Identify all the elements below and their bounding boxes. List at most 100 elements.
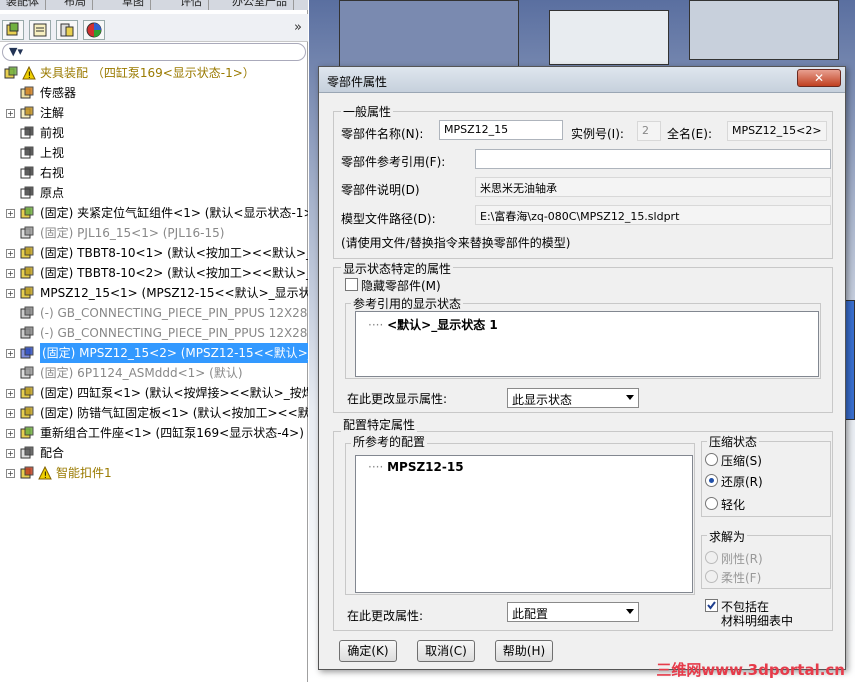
help-button[interactable]: 帮助(H) xyxy=(495,640,553,662)
list-item[interactable]: ···· MPSZ12-15 xyxy=(368,460,464,474)
resolved-radio[interactable] xyxy=(705,474,718,487)
chevron-down-icon xyxy=(626,395,634,400)
expand-icon[interactable]: + xyxy=(6,269,15,278)
lightweight-radio[interactable] xyxy=(705,497,718,510)
expand-icon[interactable]: + xyxy=(6,109,15,118)
feature-manager-tab[interactable] xyxy=(2,20,24,40)
tree-item[interactable]: 前视 xyxy=(0,123,308,143)
path-hint: (请使用文件/替换指令来替换零部件的模型) xyxy=(341,236,571,250)
tree-item[interactable]: + 配合 xyxy=(0,443,308,463)
subassembly-icon xyxy=(20,206,34,220)
config-group-label: 配置特定属性 xyxy=(341,416,418,433)
expand-icon[interactable]: + xyxy=(6,209,15,218)
tree-item-label: (固定) TBBT8-10<2> (默认<按加工><<默认>_显 xyxy=(40,266,308,280)
sensor-icon xyxy=(20,86,34,100)
tree-item-label: 原点 xyxy=(40,186,65,200)
expand-icon[interactable]: + xyxy=(6,449,15,458)
hide-component-label: 隐藏零部件(M) xyxy=(361,279,441,293)
tree-item[interactable]: + (固定) TBBT8-10<1> (默认<按加工><<默认>_显 xyxy=(0,243,308,263)
tree-item[interactable]: (固定) PJL16_15<1> (PJL16-15) xyxy=(0,223,308,243)
tree-item-label: (固定) 防错气缸固定板<1> (默认<按加工><<默认 xyxy=(40,406,308,420)
tree-item-label: (-) GB_CONNECTING_PIECE_PIN_PPUS 12X28- xyxy=(40,306,308,320)
tree-item-label: (固定) MPSZ12_15<2> (MPSZ12-15<<默认>_显 xyxy=(40,343,308,363)
plane-icon xyxy=(20,166,34,180)
component-reference-input[interactable] xyxy=(475,149,831,169)
tree-item-label: 重新组合工件座<1> (四缸泵169<显示状态-4>) xyxy=(40,426,304,440)
dialog-title: 零部件属性 xyxy=(327,75,388,89)
configuration-manager-tab[interactable] xyxy=(56,20,78,40)
tree-item[interactable]: 传感器 xyxy=(0,83,308,103)
tree-item[interactable]: ! 夹具装配 （四缸泵169<显示状态-1>） xyxy=(0,63,308,83)
tree-item[interactable]: + (固定) TBBT8-10<2> (默认<按加工><<默认>_显 xyxy=(0,263,308,283)
tree-item[interactable]: (-) GB_CONNECTING_PIECE_PIN_PPUS 12X28- xyxy=(0,303,308,323)
configuration-list[interactable]: ···· MPSZ12-15 xyxy=(355,455,693,593)
expand-icon[interactable]: + xyxy=(6,389,15,398)
expand-icon[interactable]: + xyxy=(6,289,15,298)
assembly-icon xyxy=(6,22,19,36)
model-path-field: E:\富春海\zq-080C\MPSZ12_15.sldprt xyxy=(475,205,831,225)
tree-item-label: (固定) TBBT8-10<1> (默认<按加工><<默认>_显 xyxy=(40,246,308,260)
component-name-input[interactable]: MPSZ12_15 xyxy=(439,120,563,140)
expand-icon[interactable]: + xyxy=(6,429,15,438)
rigid-radio[interactable] xyxy=(705,551,718,564)
flexible-radio[interactable] xyxy=(705,570,718,583)
tree-item[interactable]: + 重新组合工件座<1> (四缸泵169<显示状态-4>) xyxy=(0,423,308,443)
ref-display-label: 参考引用的显示状态 xyxy=(351,295,464,312)
tree-item[interactable]: + (固定) 四缸泵<1> (默认<按焊接><<默认>_按焊接 xyxy=(0,383,308,403)
part-icon xyxy=(20,286,34,300)
instance-label: 实例号(I): xyxy=(571,127,624,141)
chevron-right-icon[interactable]: » xyxy=(294,20,302,35)
property-manager-tab[interactable] xyxy=(29,20,51,40)
tree-item[interactable]: + (固定) MPSZ12_15<2> (MPSZ12-15<<默认>_显 xyxy=(0,343,308,363)
tree-item[interactable]: + MPSZ12_15<1> (MPSZ12-15<<默认>_显示状态 xyxy=(0,283,308,303)
close-button[interactable]: ✕ xyxy=(797,69,841,87)
manager-tabs: » xyxy=(0,14,308,42)
expand-icon[interactable]: + xyxy=(6,409,15,418)
expand-icon[interactable]: + xyxy=(6,469,15,478)
display-scope-select[interactable]: 此显示状态 xyxy=(507,388,639,408)
checkmark-icon xyxy=(707,601,716,610)
expand-icon[interactable]: + xyxy=(6,349,15,358)
tree-filter[interactable]: ▼▾ xyxy=(2,43,306,61)
tree-item-label: 配合 xyxy=(40,446,65,460)
list-item[interactable]: ···· <默认>_显示状态 1 xyxy=(368,316,498,333)
tab-evaluate[interactable]: 评估 xyxy=(174,0,209,10)
tab-sketch[interactable]: 草图 xyxy=(116,0,151,10)
tree-item[interactable]: 上视 xyxy=(0,143,308,163)
tree-item-label: (固定) 6P1124_ASMddd<1> (默认) xyxy=(40,366,243,380)
tab-assembly[interactable]: 装配体 xyxy=(0,0,46,10)
flexible-label: 柔性(F) xyxy=(721,571,762,585)
expand-icon[interactable]: + xyxy=(6,249,15,258)
part-icon xyxy=(20,406,34,420)
component-description-field: 米思米无油轴承 xyxy=(475,177,831,197)
tree-item[interactable]: + 注解 xyxy=(0,103,308,123)
tree-item[interactable]: + (固定) 防错气缸固定板<1> (默认<按加工><<默认 xyxy=(0,403,308,423)
close-icon: ✕ xyxy=(813,71,825,85)
cancel-button[interactable]: 取消(C) xyxy=(417,640,475,662)
tree-item[interactable]: (固定) 6P1124_ASMddd<1> (默认) xyxy=(0,363,308,383)
origin-icon xyxy=(20,186,34,200)
tree-item-label: 注解 xyxy=(40,106,65,120)
hide-component-checkbox[interactable] xyxy=(345,278,358,291)
display-state-list[interactable]: ···· <默认>_显示状态 1 xyxy=(355,311,819,377)
tab-office[interactable]: 办公室产品 xyxy=(226,0,294,10)
subassembly-icon xyxy=(20,426,34,440)
tree-item[interactable]: + (固定) 夹紧定位气缸组件<1> (默认<显示状态-1> xyxy=(0,203,308,223)
ok-button[interactable]: 确定(K) xyxy=(339,640,397,662)
tab-layout[interactable]: 布局 xyxy=(58,0,93,10)
configuration-scope-select[interactable]: 此配置 xyxy=(507,602,639,622)
tree-item[interactable]: 原点 xyxy=(0,183,308,203)
tree-item[interactable]: +! 智能扣件1 xyxy=(0,463,308,483)
ref-config-label: 所参考的配置 xyxy=(351,433,428,450)
tree-item[interactable]: 右视 xyxy=(0,163,308,183)
pin-icon xyxy=(20,326,34,340)
tree-item[interactable]: (-) GB_CONNECTING_PIECE_PIN_PPUS 12X28- xyxy=(0,323,308,343)
exclude-bom-checkbox[interactable] xyxy=(705,599,718,612)
appearance-icon xyxy=(86,22,102,38)
dialog-titlebar[interactable]: 零部件属性 ✕ xyxy=(319,67,845,93)
tree-item-label: (固定) 夹紧定位气缸组件<1> (默认<显示状态-1> xyxy=(40,206,308,220)
suppressed-radio[interactable] xyxy=(705,453,718,466)
plane-icon xyxy=(20,126,34,140)
display-manager-tab[interactable] xyxy=(83,20,105,40)
model-geometry xyxy=(339,0,519,70)
